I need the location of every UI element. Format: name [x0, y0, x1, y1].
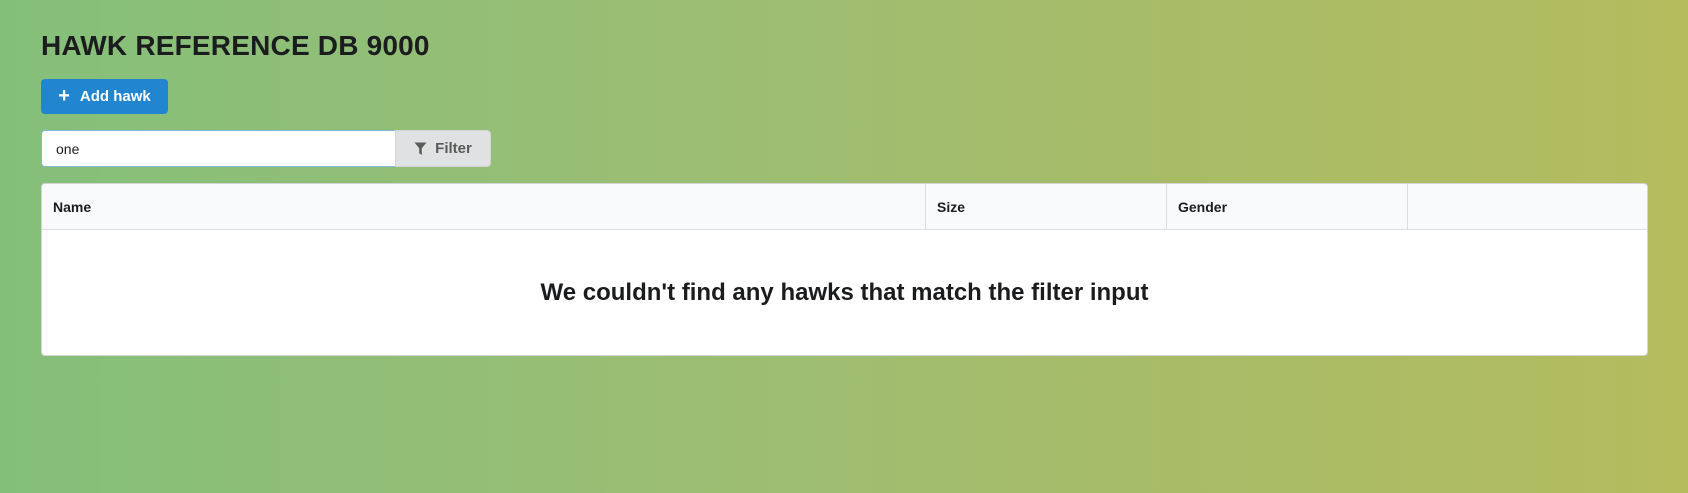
filter-input[interactable] — [41, 130, 395, 167]
column-header-size[interactable]: Size — [925, 184, 1166, 229]
column-header-gender[interactable]: Gender — [1166, 184, 1407, 229]
add-hawk-button[interactable]: + Add hawk — [41, 79, 168, 114]
filter-button[interactable]: Filter — [395, 130, 491, 167]
filter-icon — [414, 142, 427, 156]
column-header-name[interactable]: Name — [42, 184, 925, 229]
page-title: HAWK REFERENCE DB 9000 — [41, 30, 430, 61]
table-header: Name Size Gender — [42, 184, 1647, 230]
plus-icon: + — [58, 84, 70, 107]
filter-button-label: Filter — [435, 140, 472, 157]
column-header-actions — [1407, 184, 1647, 229]
empty-state-message: We couldn't find any hawks that match th… — [540, 279, 1149, 306]
add-hawk-label: Add hawk — [79, 88, 151, 105]
hawk-table: Name Size Gender We couldn't find any ha… — [41, 183, 1648, 356]
